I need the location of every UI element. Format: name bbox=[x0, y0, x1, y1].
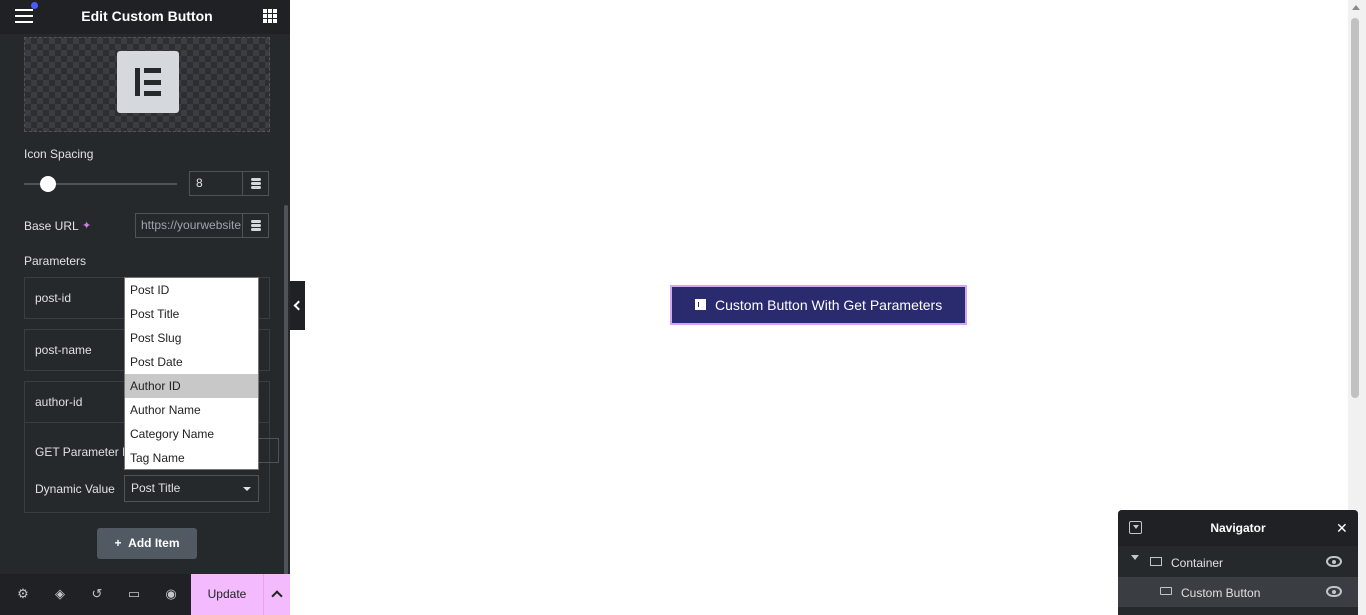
panel-header: Edit Custom Button bbox=[0, 0, 290, 34]
dynamic-tags-button[interactable] bbox=[242, 171, 269, 196]
parameter-item-label: author-id bbox=[35, 395, 83, 409]
update-options-chevron-up-icon[interactable] bbox=[263, 574, 290, 615]
eye-icon[interactable] bbox=[1326, 586, 1342, 597]
database-icon bbox=[251, 178, 261, 189]
navigator-item-custom-button[interactable]: Custom Button bbox=[1118, 577, 1358, 607]
dynamic-value-selected: Post Title bbox=[131, 481, 181, 495]
scrollbar-thumb[interactable] bbox=[1351, 18, 1359, 398]
custom-button-text: Custom Button With Get Parameters bbox=[715, 297, 943, 313]
chevron-down-icon bbox=[243, 487, 251, 491]
add-item-label: Add Item bbox=[128, 536, 180, 550]
icon-spacing-input[interactable]: 8 bbox=[189, 171, 243, 196]
eye-icon[interactable] bbox=[1326, 556, 1342, 567]
navigator-title: Navigator bbox=[1210, 521, 1266, 535]
add-item-button[interactable]: + Add Item bbox=[97, 528, 197, 559]
scroll-up-arrow-icon[interactable] bbox=[1352, 5, 1360, 10]
custom-button-preview[interactable]: Custom Button With Get Parameters bbox=[670, 285, 967, 325]
elementor-icon bbox=[695, 299, 706, 310]
base-url-dynamic-button[interactable] bbox=[242, 213, 269, 238]
get-parameter-label: GET Parameter N bbox=[35, 445, 131, 459]
history-icon[interactable]: ↺ bbox=[89, 586, 105, 602]
ai-sparkle-icon[interactable]: ✦ bbox=[82, 219, 91, 232]
panel-scrollbar[interactable] bbox=[284, 205, 288, 575]
layers-icon[interactable]: ◈ bbox=[52, 586, 68, 602]
button-widget-icon bbox=[1160, 587, 1172, 595]
database-icon bbox=[251, 220, 261, 231]
dropdown-option-highlighted[interactable]: Author ID bbox=[125, 374, 258, 398]
dynamic-value-dropdown[interactable]: Post ID Post Title Post Slug Post Date A… bbox=[124, 277, 259, 470]
preview-eye-icon[interactable]: ◉ bbox=[163, 586, 179, 602]
elementor-icon bbox=[117, 51, 179, 113]
dropdown-option[interactable]: Post Title bbox=[125, 302, 258, 326]
plus-icon: + bbox=[114, 536, 122, 550]
icon-preview[interactable] bbox=[24, 37, 270, 132]
dynamic-value-select[interactable]: Post Title bbox=[124, 475, 259, 502]
dropdown-option[interactable]: Tag Name bbox=[125, 446, 258, 470]
dynamic-value-label: Dynamic Value bbox=[35, 482, 115, 496]
update-button[interactable]: Update bbox=[191, 574, 263, 615]
dropdown-option[interactable]: Category Name bbox=[125, 422, 258, 446]
navigator-header: Navigator ✕ bbox=[1118, 510, 1358, 546]
dropdown-option[interactable]: Post Date bbox=[125, 350, 258, 374]
container-icon bbox=[1150, 557, 1162, 566]
widgets-grid-icon[interactable] bbox=[263, 9, 277, 23]
panel-title: Edit Custom Button bbox=[81, 8, 213, 24]
navigator-item-label: Custom Button bbox=[1181, 586, 1261, 600]
get-parameter-input[interactable] bbox=[259, 438, 279, 463]
navigator-item-label: Container bbox=[1171, 556, 1224, 570]
navigator-item-container[interactable]: Container bbox=[1118, 547, 1358, 577]
base-url-label: Base URL bbox=[24, 219, 79, 233]
parameter-item-label: post-name bbox=[35, 343, 92, 357]
settings-icon[interactable]: ⚙ bbox=[15, 586, 31, 602]
icon-spacing-slider-thumb[interactable] bbox=[40, 176, 56, 192]
parameters-label: Parameters bbox=[24, 254, 87, 268]
base-url-input[interactable]: https://yourwebsite bbox=[135, 213, 243, 238]
responsive-mode-icon[interactable]: ▭ bbox=[126, 586, 142, 602]
caret-down-icon[interactable] bbox=[1131, 555, 1139, 560]
parameter-item-label: post-id bbox=[35, 291, 72, 305]
dropdown-option[interactable]: Author Name bbox=[125, 398, 258, 422]
collapse-panel-chevron-left-icon[interactable] bbox=[290, 281, 305, 330]
panel-footer: ⚙ ◈ ↺ ▭ ◉ Update bbox=[0, 574, 290, 615]
dropdown-option[interactable]: Post ID bbox=[125, 278, 258, 302]
dropdown-option[interactable]: Post Slug bbox=[125, 326, 258, 350]
close-icon[interactable]: ✕ bbox=[1336, 520, 1348, 537]
icon-spacing-label: Icon Spacing bbox=[24, 147, 94, 161]
navigator-panel: Navigator ✕ Container Custom Button bbox=[1118, 510, 1358, 615]
